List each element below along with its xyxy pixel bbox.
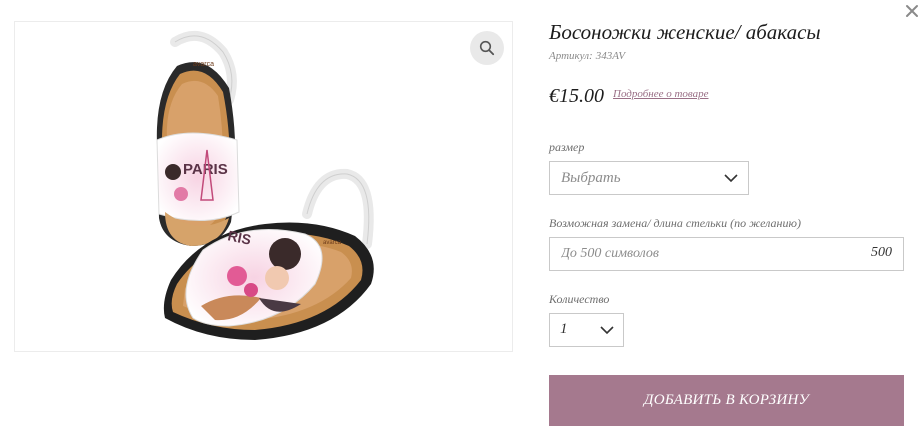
sandals-illustration: avarca PARIS RIS avarca [156, 30, 374, 340]
close-button[interactable] [905, 4, 919, 18]
insole-input[interactable] [550, 238, 850, 270]
product-details-link[interactable]: Подробнее о товаре [613, 88, 709, 100]
chevron-down-icon [724, 174, 738, 183]
quantity-label: Количество [549, 292, 610, 306]
product-sku: Артикул: 343AV [549, 50, 625, 62]
size-select-value: Выбрать [561, 170, 621, 186]
product-title: Босоножки женские/ абакасы [549, 20, 821, 44]
insole-field: 500 [549, 237, 904, 271]
quantity-value: 1 [560, 321, 568, 337]
back-sandal: avarca PARIS [156, 30, 240, 246]
char-counter: 500 [871, 245, 892, 260]
product-image: avarca PARIS RIS avarca [14, 21, 513, 352]
search-icon [479, 40, 495, 56]
front-brand-label: avarca [323, 240, 342, 246]
close-icon [906, 5, 918, 17]
quantity-select[interactable]: 1 [549, 313, 624, 347]
size-label: размер [549, 140, 585, 154]
brand-label: avarca [193, 61, 214, 68]
chevron-down-icon [600, 326, 614, 335]
sku-label: Артикул: [549, 50, 593, 62]
sku-value: 343AV [595, 50, 626, 62]
size-select[interactable]: Выбрать [549, 161, 749, 195]
add-to-cart-button[interactable]: ДОБАВИТЬ В КОРЗИНУ [549, 375, 904, 426]
insole-label: Возможная замена/ длина стельки (по жела… [549, 216, 801, 230]
product-price: €15.00 [549, 85, 604, 107]
zoom-button[interactable] [470, 31, 504, 65]
